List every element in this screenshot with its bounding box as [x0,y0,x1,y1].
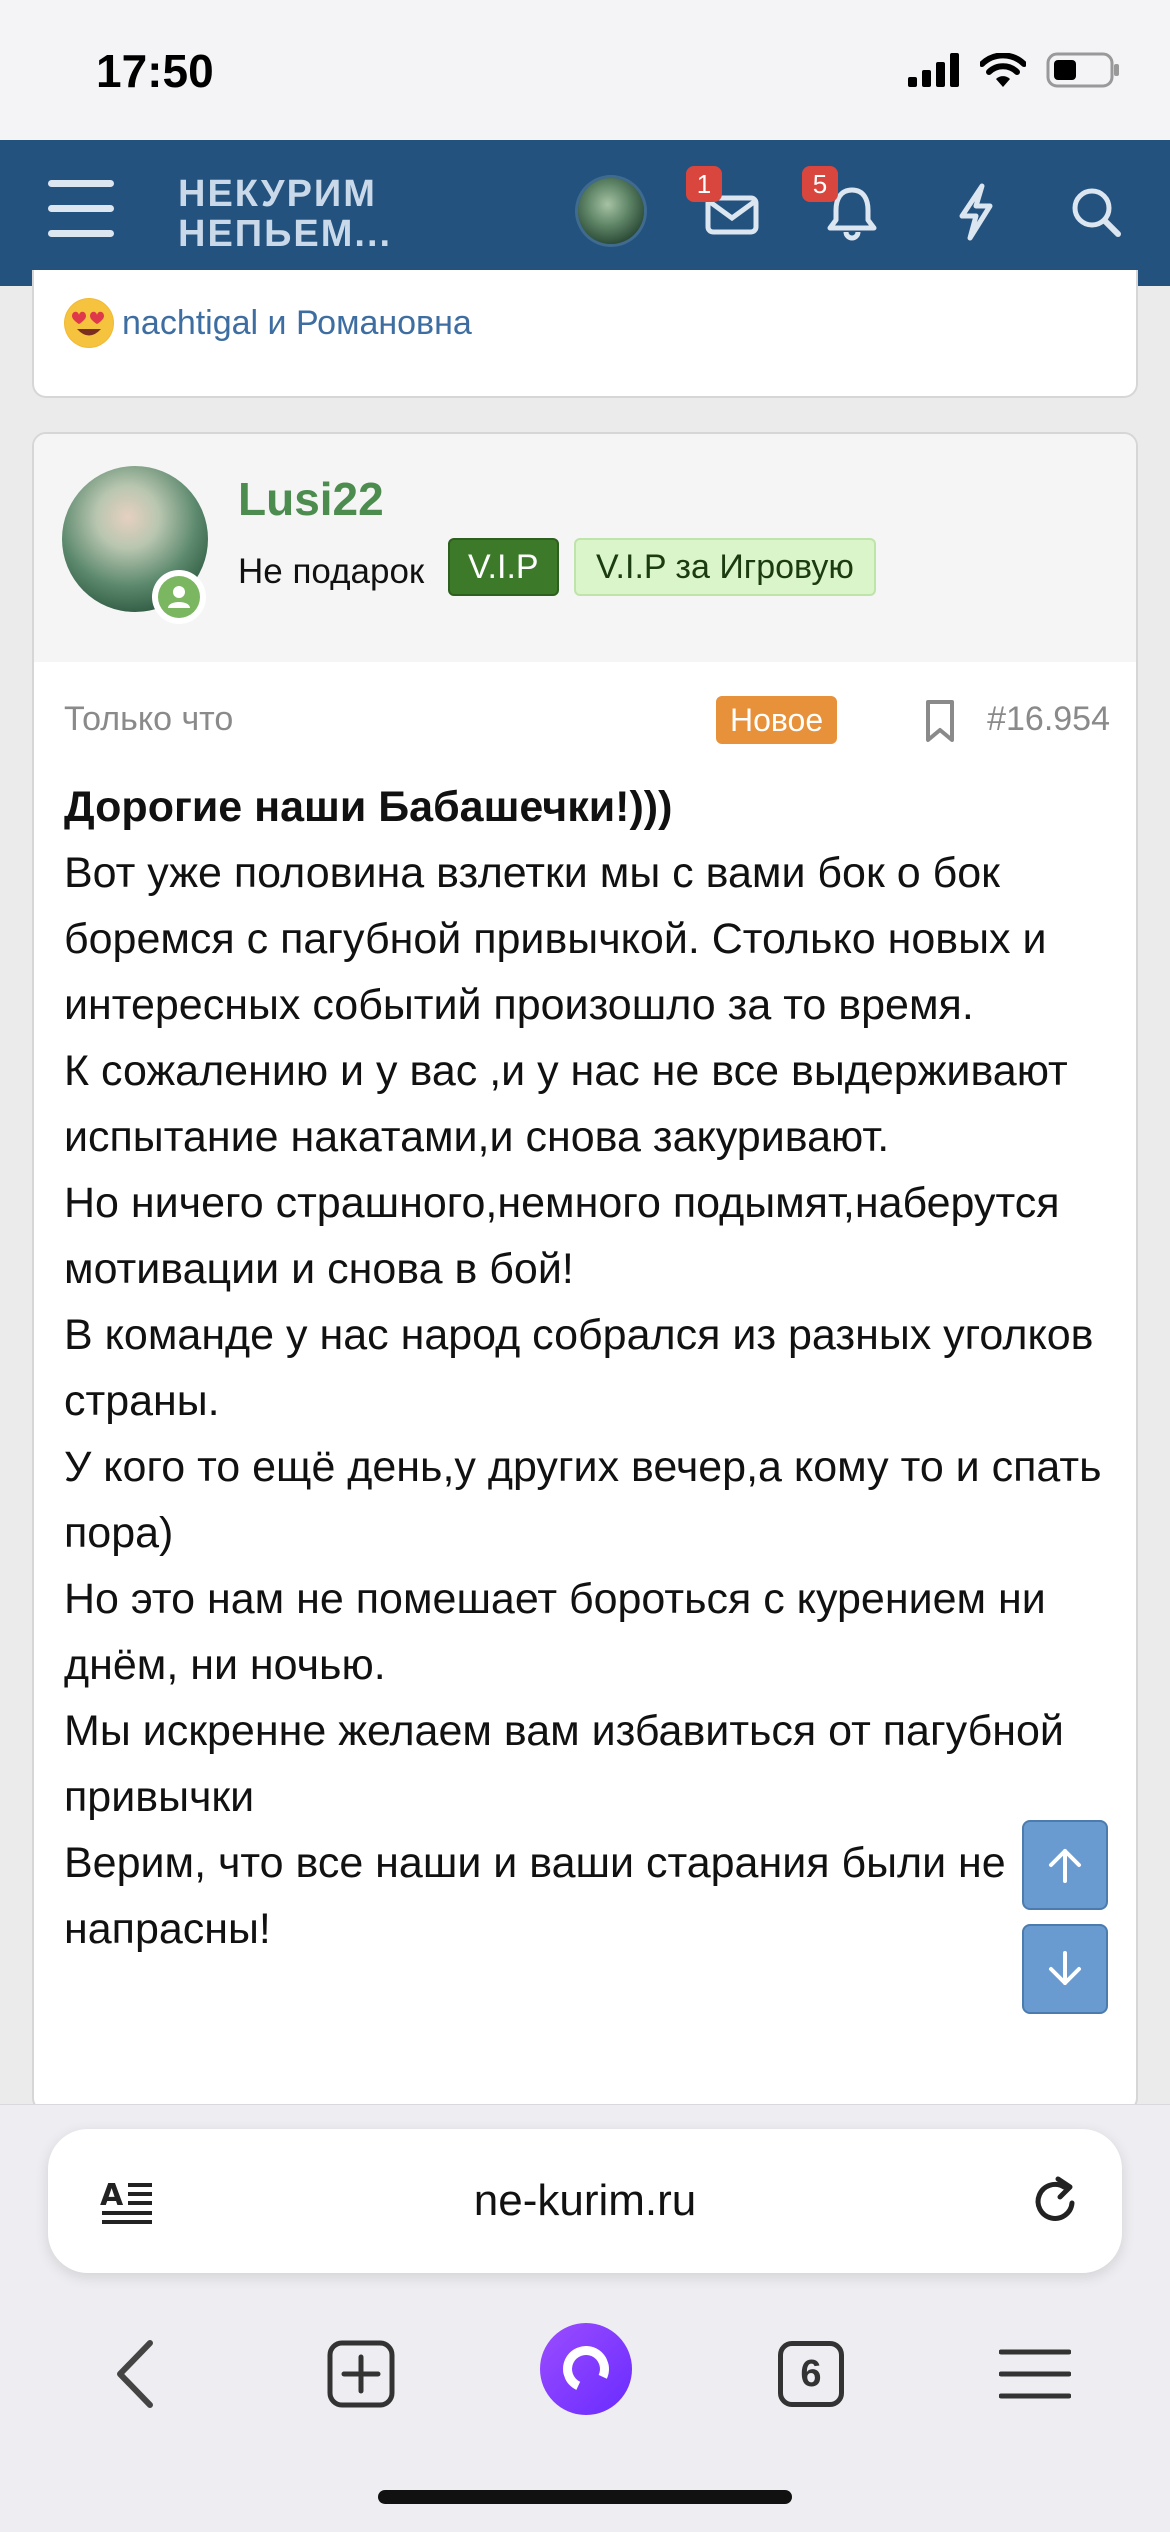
vip-game-banner: V.I.P за Игровую [574,538,876,596]
search-icon [1072,188,1121,237]
chevron-left-icon [117,2340,153,2408]
arrow-up-icon [1049,1849,1081,1883]
signal-icon [908,53,959,87]
menu-button[interactable] [48,180,114,238]
messages-button[interactable]: 1 [686,166,764,244]
post-paragraph: Верим, что все наши и ваши старания были… [64,1839,1006,1953]
tabs-button[interactable]: 6 [756,2319,866,2429]
author-name[interactable]: Lusi22 [238,472,384,526]
wifi-icon [980,53,1026,87]
post-paragraph: К сожалению и у вас ,и у нас не все выде… [64,1047,1068,1161]
post-heading: Дорогие наши Бабашечки!))) [64,783,673,831]
page: 17:50 НЕКУРИМ НЕПЬЕМ... 1 5 nachtigal и … [0,0,1170,2532]
reload-icon [1035,2176,1075,2221]
arrow-down-icon [1049,1951,1081,1985]
address-bar[interactable]: A ne-kurim.ru [48,2129,1122,2273]
alerts-button[interactable]: 5 [802,166,884,244]
url-text: ne-kurim.ru [473,2176,697,2225]
reactions-list[interactable]: nachtigal и Романовна [122,304,472,343]
back-button[interactable] [80,2319,190,2429]
vip-banner: V.I.P [448,538,559,596]
post-paragraph: Мы искренне желаем вам избавиться от паг… [64,1707,1064,1821]
messages-badge: 1 [686,166,722,202]
post-body: Дорогие наши Бабашечки!))) Вот уже полов… [64,774,1124,1962]
browser-menu-button[interactable] [980,2319,1090,2429]
bookmark-button[interactable] [922,698,958,744]
home-indicator[interactable] [378,2490,792,2504]
menu-icon [48,180,114,187]
post-paragraph: Но это нам не помешает бороться с курени… [64,1575,1046,1689]
user-avatar[interactable] [578,178,644,244]
post-paragraph: Вот уже половина взлетки мы с вами бок о… [64,849,1047,1029]
logo-line2: НЕПЬЕМ... [178,213,393,255]
search-button[interactable] [1064,180,1128,244]
online-status-icon [152,570,206,624]
logo-line1: НЕКУРИМ [178,173,377,215]
new-tab-button[interactable] [306,2319,416,2429]
reload-button[interactable] [1028,2173,1084,2229]
new-badge: Новое [716,696,838,744]
post-card: Lusi22 Не подарок V.I.P V.I.P за Игровую… [32,432,1138,2112]
menu-icon [999,2349,1071,2399]
whats-new-button[interactable] [944,180,1008,244]
voice-assistant-button[interactable] [540,2323,632,2415]
lightning-icon [959,183,993,241]
user-title: Не подарок [238,552,425,591]
scroll-top-button[interactable] [1022,1820,1108,1910]
status-time: 17:50 [96,45,214,97]
site-logo[interactable]: НЕКУРИМ НЕПЬЕМ... [178,174,392,254]
post-author-block: Lusi22 Не подарок V.I.P V.I.P за Игровую [34,434,1136,662]
battery-icon [1046,52,1119,88]
menu-icon-bar [48,230,114,237]
plus-square-icon [327,2340,395,2408]
status-icons [908,52,1120,88]
post-time[interactable]: Только что [64,700,233,739]
site-header: НЕКУРИМ НЕПЬЕМ... 1 5 [0,140,1170,286]
post-paragraph: Но ничего страшного,немного подымят,набе… [64,1179,1060,1293]
scroll-bottom-button[interactable] [1022,1924,1108,2014]
post-paragraph: В команде у нас народ собрался из разных… [64,1311,1094,1425]
status-bar: 17:50 [0,0,1170,140]
post-number[interactable]: #16.954 [987,700,1110,739]
post-paragraph: У кого то ещё день,у других вечер,а кому… [64,1443,1102,1557]
previous-post-footer: nachtigal и Романовна [32,270,1138,398]
tabs-count: 6 [778,2341,844,2407]
browser-nav: 6 [0,2319,1170,2429]
bookmark-icon [926,700,954,742]
browser-toolbar: A ne-kurim.ru 6 [0,2104,1170,2532]
assistant-icon [556,2339,616,2399]
menu-icon-bar [48,205,114,212]
post-meta: Только что Новое #16.954 [64,696,1110,746]
heart-eyes-emoji-icon [64,298,114,348]
alerts-badge: 5 [802,166,838,202]
